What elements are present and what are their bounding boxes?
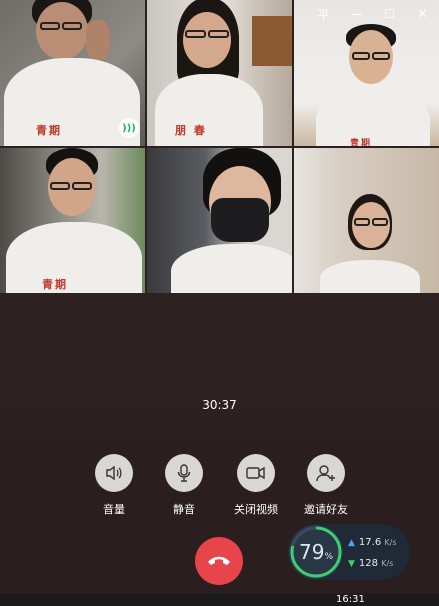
download-speed: ▼ 128 K/s [348,558,393,569]
participant-tile[interactable]: 朋 春 [147,0,292,146]
hang-up-button[interactable] [195,537,243,585]
network-speed-widget[interactable]: 79% ▲ 17.6 K/s ▼ 128 K/s [288,524,410,580]
microphone-icon[interactable] [165,454,203,492]
participant-tile[interactable]: 青期 [0,148,145,293]
minimize-icon-glyph: — [350,7,363,21]
speaking-icon: ))) [119,118,139,138]
call-duration: 30:37 [202,398,237,412]
taskbar [0,594,439,606]
close-video-label: 关闭视频 [234,503,278,516]
volume-button[interactable]: 音量 [84,454,144,517]
volume-label: 音量 [103,503,125,516]
cpu-usage-gauge: 79% [289,525,343,579]
download-arrow-icon: ▼ [348,559,355,569]
close-icon-glyph: ✕ [417,7,428,21]
invite-friend-label: 邀请好友 [304,503,348,516]
participant-tile[interactable] [294,148,439,293]
participant-tile[interactable] [147,148,292,293]
invite-friend-button[interactable]: 邀请好友 [296,454,356,517]
download-value: 128 [358,558,379,569]
video-grid: 青期 ))) 朋 春 青期 青期 [0,0,439,293]
upload-unit: K/s [384,538,397,547]
minimize-icon[interactable]: — [340,4,373,24]
mute-label: 静音 [173,503,195,516]
upload-arrow-icon: ▲ [348,538,355,548]
close-icon[interactable]: ✕ [406,4,439,24]
pin-icon[interactable]: 平 [307,4,340,24]
usage-percent-unit: % [324,552,333,562]
speaker-icon[interactable] [95,454,133,492]
maximize-icon-glyph: ☐ [384,7,395,21]
add-user-icon[interactable] [307,454,345,492]
participant-tile[interactable]: 青期 ))) [0,0,145,146]
hang-up-icon [206,552,232,571]
mute-button[interactable]: 静音 [154,454,214,517]
pin-icon-glyph: 平 [317,7,330,22]
close-video-button[interactable]: 关闭视频 [226,454,286,517]
upload-speed: ▲ 17.6 K/s [348,537,396,548]
video-camera-icon[interactable] [237,454,275,492]
usage-percent: 79 [298,540,325,564]
video-call-window: 青期 ))) 朋 春 青期 青期 平 — ☐ ✕ 30:37 音量 静音 关闭视… [0,0,439,606]
taskbar-clock: 16:31 [336,594,365,605]
maximize-icon[interactable]: ☐ [373,4,406,24]
upload-value: 17.6 [358,537,382,548]
window-controls: 平 — ☐ ✕ [307,4,439,24]
download-unit: K/s [381,559,394,568]
